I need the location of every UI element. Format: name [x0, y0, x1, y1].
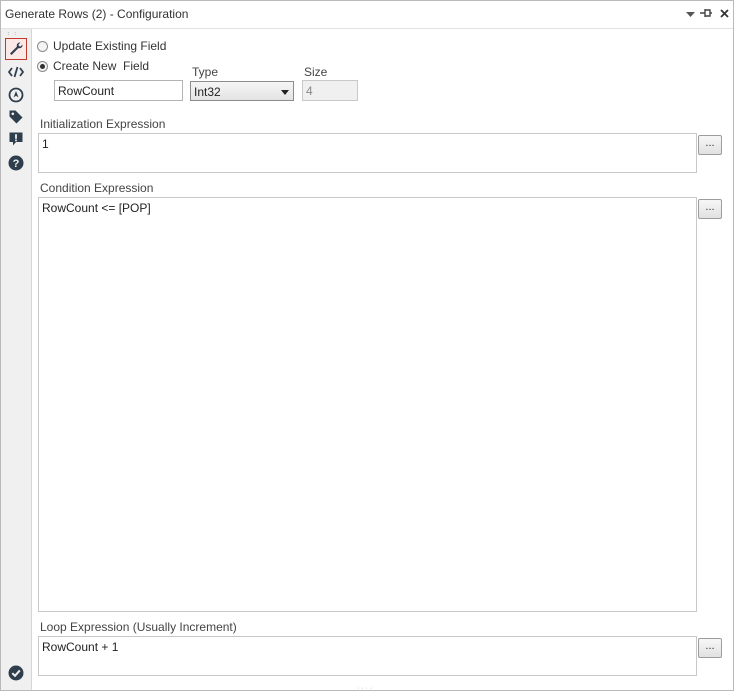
- grip-handle[interactable]: · · · ·: [7, 29, 21, 39]
- compass-icon[interactable]: [6, 85, 26, 105]
- chevron-down-icon: [281, 90, 289, 95]
- condition-expression-input[interactable]: RowCount <= [POP]: [38, 197, 697, 612]
- chevron-down-icon[interactable]: [683, 6, 697, 22]
- init-expression-input[interactable]: 1: [38, 133, 697, 173]
- update-existing-radio[interactable]: [37, 40, 48, 52]
- loop-expression-input[interactable]: RowCount + 1: [38, 636, 697, 676]
- tag-icon[interactable]: [6, 107, 26, 127]
- condition-expression-editor-button[interactable]: ...: [698, 199, 722, 219]
- configuration-window: Generate Rows (2) - Configuration · · · …: [0, 0, 734, 692]
- condition-expression-label: Condition Expression: [40, 181, 154, 195]
- init-expression-value: 1: [42, 137, 49, 151]
- size-label: Size: [304, 65, 328, 79]
- init-expression-editor-button[interactable]: ...: [698, 135, 722, 155]
- field-name-input[interactable]: [54, 80, 183, 101]
- init-expression-label: Initialization Expression: [40, 117, 166, 131]
- type-label: Type: [192, 65, 219, 79]
- resize-grip[interactable]: · · · ·: [357, 685, 377, 692]
- size-input: [302, 80, 358, 101]
- create-new-option[interactable]: Create New Field: [37, 59, 149, 73]
- loop-expression-editor-button[interactable]: ...: [698, 638, 722, 658]
- loop-expression-label: Loop Expression (Usually Increment): [40, 620, 237, 634]
- svg-text:?: ?: [13, 158, 20, 170]
- update-existing-label: Update Existing Field: [53, 39, 167, 53]
- sidebar: · · · · ?: [1, 29, 32, 690]
- loop-expression-value: RowCount + 1: [42, 640, 119, 654]
- alert-icon[interactable]: [6, 129, 26, 149]
- create-new-radio[interactable]: [37, 60, 48, 72]
- configuration-panel: Update Existing Field Create New Field T…: [32, 29, 733, 690]
- window-title: Generate Rows (2) - Configuration: [5, 7, 189, 21]
- type-select-value: Int32: [194, 85, 221, 99]
- wrench-icon[interactable]: [5, 38, 27, 60]
- condition-expression-value: RowCount <= [POP]: [42, 201, 151, 215]
- create-new-label: Create New Field: [53, 59, 150, 73]
- pin-icon[interactable]: [699, 6, 713, 22]
- check-circle-icon: [6, 663, 26, 683]
- update-existing-option[interactable]: Update Existing Field: [37, 39, 166, 53]
- close-icon[interactable]: [717, 6, 731, 22]
- type-select[interactable]: Int32: [190, 81, 294, 101]
- code-icon[interactable]: [6, 62, 26, 82]
- title-bar: Generate Rows (2) - Configuration: [1, 1, 733, 29]
- help-icon[interactable]: ?: [6, 153, 26, 173]
